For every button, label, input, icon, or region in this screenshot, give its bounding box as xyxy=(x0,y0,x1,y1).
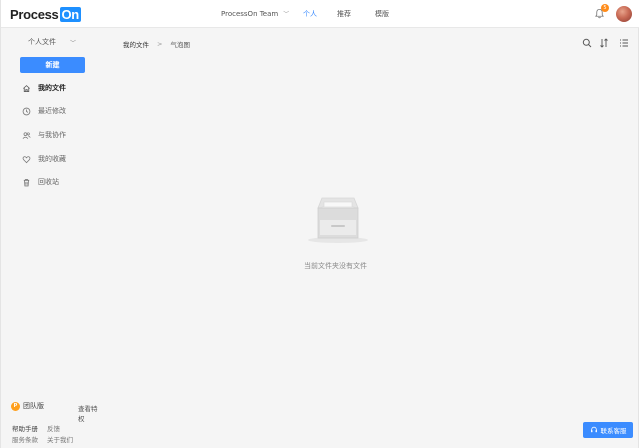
list-view-icon[interactable] xyxy=(619,38,629,48)
empty-state-message: 当前文件夹没有文件 xyxy=(304,262,367,270)
people-icon xyxy=(22,131,31,139)
sidebar-item-favorites[interactable]: 我的收藏 xyxy=(22,153,66,165)
tab-templates[interactable]: 模版 xyxy=(375,9,389,19)
notification-badge: 5 xyxy=(601,4,609,12)
sidebar: 个人文件 ﹀ 新建 我的文件 最近修改 与我协作 我的收藏 回收站 P 团队版 … xyxy=(1,28,99,448)
logo-text: Process xyxy=(10,6,59,22)
breadcrumb-current: 气泡图 xyxy=(170,41,190,49)
breadcrumb: 我的文件 > 气泡图 xyxy=(123,39,190,49)
sidebar-item-recent[interactable]: 最近修改 xyxy=(22,105,66,117)
sidebar-item-label: 回收站 xyxy=(38,178,59,186)
space-selector-label: 个人文件 xyxy=(28,38,56,46)
new-button[interactable]: 新建 xyxy=(20,57,85,73)
sidebar-item-label: 我的文件 xyxy=(38,84,66,92)
team-name: ProcessOn Team xyxy=(221,9,279,18)
feedback-link[interactable]: 反馈 xyxy=(47,423,60,433)
terms-link[interactable]: 服务条款 xyxy=(12,434,38,444)
tab-personal[interactable]: 个人 xyxy=(303,9,317,19)
view-rights-link[interactable]: 查看特权 xyxy=(78,403,99,423)
contact-support-label: 联系客服 xyxy=(600,427,627,435)
heart-icon xyxy=(22,155,31,163)
search-icon[interactable] xyxy=(582,38,592,48)
home-icon xyxy=(23,84,30,92)
contact-support-button[interactable]: 联系客服 xyxy=(583,422,633,438)
team-version-label: 团队版 xyxy=(23,402,44,410)
avatar[interactable] xyxy=(616,6,632,22)
help-manual-link[interactable]: 帮助手册 xyxy=(12,423,38,433)
top-bar: Process On ProcessOn Team ﹀ 个人 推荐 模版 5 xyxy=(1,0,639,28)
breadcrumb-separator: > xyxy=(157,40,163,48)
sort-icon[interactable] xyxy=(599,38,609,48)
clock-icon xyxy=(22,107,31,115)
trash-icon xyxy=(23,178,30,186)
sidebar-item-trash[interactable]: 回收站 xyxy=(22,176,59,188)
about-link[interactable]: 关于我们 xyxy=(47,434,73,444)
breadcrumb-my-files[interactable]: 我的文件 xyxy=(123,39,149,49)
chevron-down-icon: ﹀ xyxy=(283,11,290,18)
tab-recommend[interactable]: 推荐 xyxy=(337,9,351,19)
sidebar-item-label: 我的收藏 xyxy=(38,155,66,163)
headset-icon xyxy=(590,426,597,433)
sidebar-item-label: 与我协作 xyxy=(38,131,66,139)
team-version-link[interactable]: P 团队版 xyxy=(11,401,44,411)
team-selector[interactable]: ProcessOn Team ﹀ xyxy=(221,9,290,19)
sidebar-item-shared[interactable]: 与我协作 xyxy=(22,129,66,141)
logo-badge: On xyxy=(59,6,81,22)
processon-logo[interactable]: Process On xyxy=(10,6,81,22)
sidebar-item-label: 最近修改 xyxy=(38,107,66,115)
empty-folder-icon xyxy=(308,197,368,243)
team-version-icon: P xyxy=(11,401,20,411)
sidebar-item-my-files[interactable]: 我的文件 xyxy=(22,82,66,94)
chevron-down-icon: ﹀ xyxy=(70,39,77,47)
space-selector[interactable]: 个人文件 ﹀ xyxy=(28,37,76,47)
